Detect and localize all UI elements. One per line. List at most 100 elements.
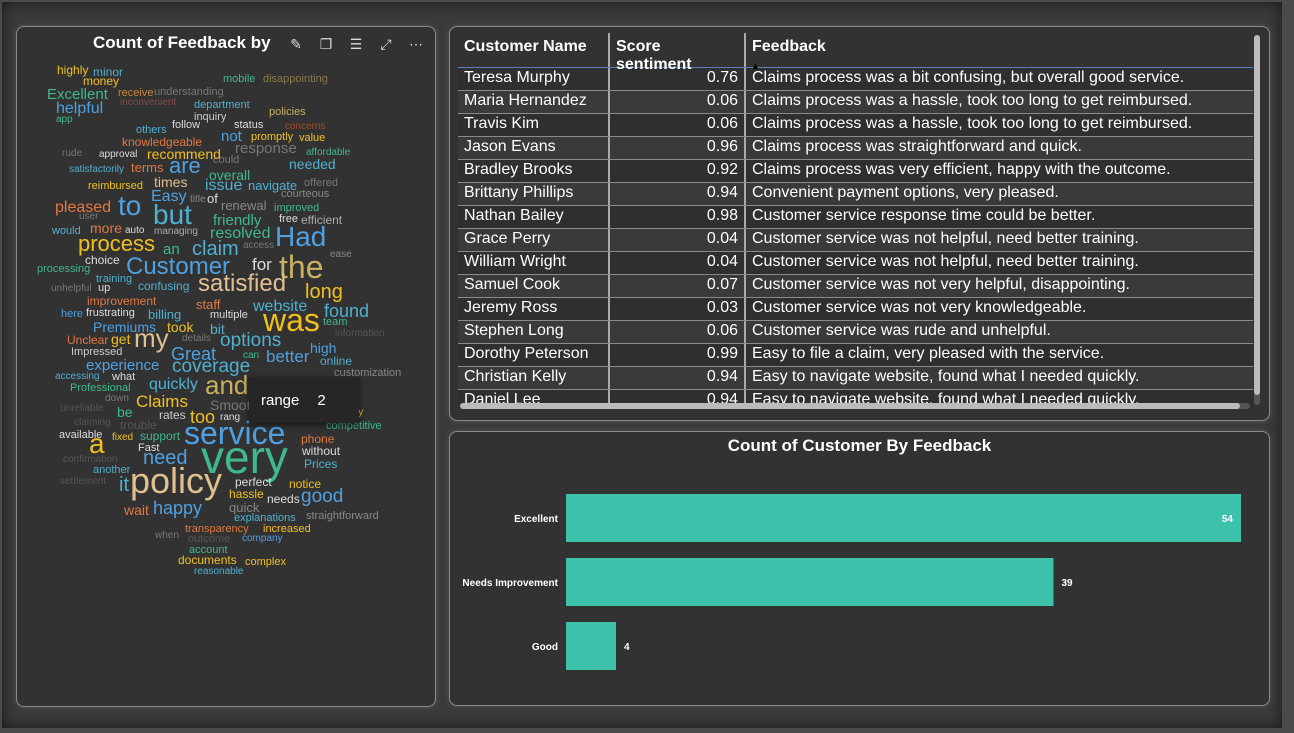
column-header-score-sentiment[interactable]: Score sentiment bbox=[610, 33, 746, 73]
cloud-word[interactable]: access bbox=[243, 241, 274, 251]
cloud-word[interactable]: support bbox=[140, 430, 180, 442]
cloud-word[interactable]: of bbox=[207, 192, 218, 205]
cloud-word[interactable]: but bbox=[153, 201, 192, 229]
bar[interactable] bbox=[566, 622, 616, 670]
table-row[interactable]: Jason Evans 0.96 Claims process was straig… bbox=[458, 137, 1253, 160]
cloud-word[interactable]: accessing bbox=[55, 372, 99, 382]
cloud-word[interactable]: up bbox=[98, 283, 110, 294]
table-row[interactable]: Stephen Long 0.06 Customer service was rud… bbox=[458, 321, 1253, 344]
cloud-word[interactable]: mobile bbox=[223, 74, 255, 85]
cloud-word[interactable]: when bbox=[155, 531, 179, 541]
vertical-scrollbar-thumb[interactable] bbox=[1254, 35, 1260, 395]
focus-mode-icon[interactable]: ⤢ bbox=[373, 33, 399, 55]
cloud-word[interactable]: hassle bbox=[229, 488, 264, 500]
cloud-word[interactable]: processing bbox=[37, 264, 90, 275]
table-row[interactable]: Maria Hernandez 0.06 Claims process was a … bbox=[458, 91, 1253, 114]
cloud-word[interactable]: took bbox=[167, 320, 193, 334]
cloud-word[interactable]: wait bbox=[124, 503, 149, 517]
cloud-word[interactable]: good bbox=[301, 487, 343, 506]
pin-icon[interactable]: ✎ bbox=[283, 33, 309, 55]
table-row[interactable]: Dorothy Peterson 0.99 Easy to file a claim… bbox=[458, 344, 1253, 367]
cloud-word[interactable]: reasonable bbox=[194, 567, 243, 577]
cloud-word[interactable]: rates bbox=[159, 409, 186, 421]
column-header-customer-name[interactable]: Customer Name bbox=[458, 33, 610, 67]
cloud-word[interactable]: here bbox=[61, 309, 83, 320]
cloud-word[interactable]: ease bbox=[330, 250, 352, 260]
cloud-word[interactable]: team bbox=[323, 317, 347, 328]
cloud-word[interactable]: value bbox=[299, 133, 325, 144]
cloud-word[interactable]: online bbox=[320, 355, 352, 367]
cloud-word[interactable]: satisfactorily bbox=[69, 165, 124, 175]
cloud-word[interactable]: inconvenient bbox=[120, 98, 176, 108]
more-options-icon[interactable]: ⋯ bbox=[403, 33, 429, 55]
cloud-word[interactable]: inquiry bbox=[194, 112, 226, 123]
feedback-table-visual[interactable]: Customer Name Score sentiment Feedback ▲… bbox=[449, 26, 1270, 421]
cloud-word[interactable]: times bbox=[154, 175, 187, 189]
cloud-word[interactable]: managing bbox=[154, 227, 198, 237]
bar[interactable] bbox=[566, 558, 1054, 606]
cloud-word[interactable]: renewal bbox=[221, 199, 267, 212]
cloud-word[interactable]: confusing bbox=[138, 280, 189, 292]
copy-icon[interactable]: ❐ bbox=[313, 33, 339, 55]
cloud-word[interactable]: straightforward bbox=[306, 511, 379, 522]
cloud-word[interactable]: high bbox=[310, 341, 336, 355]
cloud-word[interactable]: be bbox=[117, 405, 133, 419]
cloud-word[interactable]: my bbox=[134, 325, 169, 351]
cloud-word[interactable]: app bbox=[56, 115, 73, 125]
cloud-word[interactable]: Had bbox=[275, 223, 326, 251]
table-row[interactable]: Bradley Brooks 0.92 Claims process was ver… bbox=[458, 160, 1253, 183]
column-header-feedback[interactable]: Feedback ▲ bbox=[746, 33, 1253, 71]
cloud-word[interactable]: policy bbox=[130, 463, 222, 499]
cloud-word[interactable]: details bbox=[182, 334, 211, 344]
cloud-word[interactable]: approval bbox=[99, 150, 137, 160]
cloud-word[interactable]: better bbox=[266, 348, 309, 365]
cloud-word[interactable]: would bbox=[52, 226, 81, 237]
cloud-word[interactable]: happy bbox=[153, 499, 202, 517]
table-row[interactable]: Jeremy Ross 0.03 Customer service was not … bbox=[458, 298, 1253, 321]
cloud-word[interactable]: Unclear bbox=[67, 334, 108, 346]
cloud-word[interactable]: settlement bbox=[60, 477, 106, 487]
cloud-word[interactable]: to bbox=[118, 192, 141, 220]
cloud-word[interactable]: frustrating bbox=[86, 308, 135, 319]
cloud-word[interactable]: could bbox=[213, 155, 239, 166]
cloud-word[interactable]: response bbox=[235, 141, 297, 156]
cloud-word[interactable]: down bbox=[105, 394, 129, 404]
filter-icon[interactable]: ☰ bbox=[343, 33, 369, 55]
cloud-word[interactable]: title bbox=[190, 195, 206, 205]
table-row[interactable]: Brittany Phillips 0.94 Convenient payment … bbox=[458, 183, 1253, 206]
cloud-word[interactable]: terms bbox=[131, 161, 164, 174]
cloud-word[interactable]: claiming bbox=[74, 418, 111, 428]
cloud-word[interactable]: needs bbox=[267, 493, 300, 505]
horizontal-scrollbar[interactable] bbox=[460, 403, 1250, 409]
cloud-word[interactable]: and bbox=[205, 372, 248, 398]
cloud-word[interactable]: Prices bbox=[304, 458, 337, 470]
table-row[interactable]: Nathan Bailey 0.98 Customer service respon… bbox=[458, 206, 1253, 229]
cloud-word[interactable]: courteous bbox=[281, 189, 329, 200]
table-row[interactable]: Teresa Murphy 0.76 Claims process was a bi… bbox=[458, 68, 1253, 91]
table-row[interactable]: William Wright 0.04 Customer service was n… bbox=[458, 252, 1253, 275]
cloud-word[interactable]: quickly bbox=[149, 377, 198, 393]
cloud-word[interactable]: long bbox=[305, 282, 343, 302]
cloud-word[interactable]: satisfied bbox=[198, 272, 286, 296]
cloud-word[interactable]: unreliable bbox=[60, 404, 103, 414]
table-row[interactable]: Grace Perry 0.04 Customer service was not … bbox=[458, 229, 1253, 252]
cloud-word[interactable]: rude bbox=[62, 149, 82, 159]
table-row[interactable]: Christian Kelly 0.94 Easy to navigate webs… bbox=[458, 367, 1253, 390]
table-row[interactable]: Travis Kim 0.06 Claims process was a hassl… bbox=[458, 114, 1253, 137]
table-row[interactable]: Samuel Cook 0.07 Customer service was not … bbox=[458, 275, 1253, 298]
cloud-word[interactable]: disappointing bbox=[263, 74, 328, 85]
cloud-word[interactable]: information bbox=[335, 329, 384, 339]
cloud-word[interactable]: without bbox=[302, 445, 340, 457]
bar-chart-visual[interactable]: Count of Customer By Feedback Excellent 5… bbox=[449, 431, 1270, 706]
cloud-word[interactable]: documents bbox=[178, 554, 237, 566]
horizontal-scrollbar-thumb[interactable] bbox=[460, 403, 1240, 409]
cloud-word[interactable]: it bbox=[119, 475, 129, 495]
cloud-word[interactable]: unhelpful bbox=[51, 284, 92, 294]
cloud-word[interactable]: complex bbox=[245, 557, 286, 568]
cloud-word[interactable]: get bbox=[111, 332, 130, 346]
cloud-word[interactable]: company bbox=[242, 534, 283, 544]
cloud-word[interactable]: needed bbox=[289, 157, 336, 171]
cloud-word[interactable]: improvement bbox=[87, 295, 156, 307]
cloud-word[interactable]: policies bbox=[269, 107, 306, 118]
vertical-scrollbar[interactable] bbox=[1254, 35, 1260, 405]
